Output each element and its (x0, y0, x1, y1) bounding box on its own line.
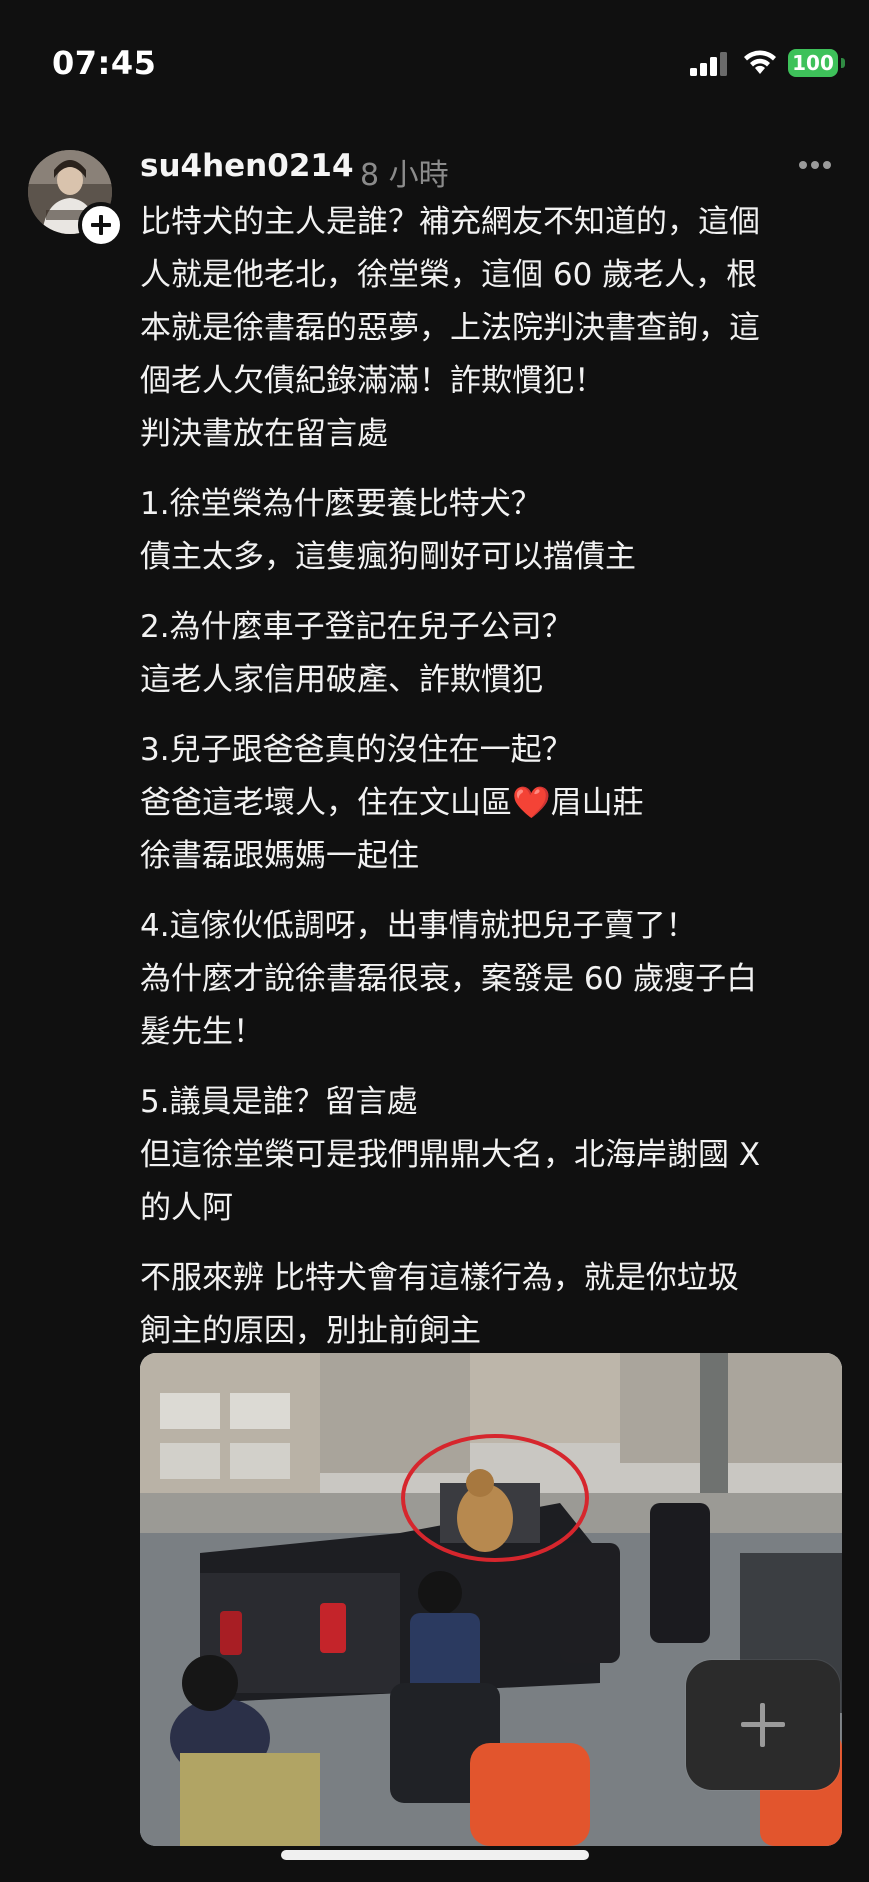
post-paragraph-closing: 不服來辨 比特犬會有這樣行為，就是你垃圾 飼主的原因，別扯前飼主 (140, 1252, 840, 1358)
post-username[interactable]: su4hen0214 (140, 148, 354, 184)
post-line: 徐書磊跟媽媽一起住 (140, 838, 419, 874)
post-paragraph-2: 2.為什麼車子登記在兒子公司？ 這老人家信用破產、詐欺慣犯 (140, 601, 840, 707)
cellular-signal-icon (690, 52, 727, 76)
post-paragraph-4: 4.這傢伙低調呀，出事情就把兒子賣了！ 為什麼才說徐書磊很衰，案發是 60 歲瘦… (140, 900, 840, 1059)
post-line-with-emoji: 爸爸這老壞人，住在文山區❤️眉山莊 (140, 777, 840, 830)
post-line: 本就是徐書磊的惡夢，上法院判決書查詢，這 (140, 310, 760, 346)
status-time: 07:45 (52, 44, 157, 82)
post-line: 判決書放在留言處 (140, 416, 388, 452)
post-line: 但這徐堂榮可是我們鼎鼎大名，北海岸謝國 X (140, 1137, 761, 1173)
post-timestamp: 8 小時 (360, 158, 449, 193)
red-heart-emoji-icon: ❤️ (512, 785, 551, 821)
post-line: 4.這傢伙低調呀，出事情就把兒子賣了！ (140, 908, 697, 944)
status-bar: 07:45 100 (0, 0, 869, 120)
post-line: 的人阿 (140, 1190, 233, 1226)
post-paragraph-3: 3.兒子跟爸爸真的沒住在一起？ 爸爸這老壞人，住在文山區❤️眉山莊 徐書磊跟媽媽… (140, 724, 840, 883)
post-line: 不服來辨 比特犬會有這樣行為，就是你垃圾 (140, 1260, 739, 1296)
compose-button[interactable] (686, 1660, 840, 1790)
plus-icon (741, 1703, 785, 1747)
post-line: 人就是他老北，徐堂榮，這個 60 歲老人，根 (140, 257, 758, 293)
follow-button[interactable] (78, 202, 124, 248)
post-line: 個老人欠債紀錄滿滿！詐欺慣犯！ (140, 363, 605, 399)
wifi-icon (744, 50, 776, 74)
post-line: 為什麼才說徐書磊很衰，案發是 60 歲瘦子白 (140, 961, 758, 997)
post-line: 債主太多，這隻瘋狗剛好可以擋債主 (140, 539, 636, 575)
post-line: 飼主的原因，別扯前飼主 (140, 1313, 481, 1349)
battery-indicator: 100 (788, 49, 838, 77)
post-line: 髮先生！ (140, 1014, 264, 1050)
post-text: 眉山莊 (550, 785, 644, 821)
more-horizontal-icon[interactable] (798, 160, 832, 170)
post-line: 3.兒子跟爸爸真的沒住在一起？ (140, 732, 573, 768)
post-line: 2.為什麼車子登記在兒子公司？ (140, 609, 573, 645)
battery-tip (841, 58, 845, 68)
post-line: 1.徐堂榮為什麼要養比特犬？ (140, 486, 542, 522)
post-line: 這老人家信用破產、詐欺慣犯 (140, 662, 543, 698)
post-text: 爸爸這老壞人，住在文山區 (140, 785, 512, 821)
post-paragraph-1: 1.徐堂榮為什麼要養比特犬？ 債主太多，這隻瘋狗剛好可以擋債主 (140, 478, 840, 584)
follow-plus-icon (91, 215, 111, 235)
home-indicator[interactable] (281, 1850, 589, 1860)
post-paragraph-5: 5.議員是誰？留言處 但這徐堂榮可是我們鼎鼎大名，北海岸謝國 X 的人阿 (140, 1076, 840, 1235)
post-body: 比特犬的主人是誰？補充網友不知道的，這個 人就是他老北，徐堂榮，這個 60 歲老… (140, 196, 840, 1375)
post-line: 5.議員是誰？留言處 (140, 1084, 418, 1120)
post-paragraph-intro: 比特犬的主人是誰？補充網友不知道的，這個 人就是他老北，徐堂榮，這個 60 歲老… (140, 196, 840, 461)
post-line: 比特犬的主人是誰？補充網友不知道的，這個 (140, 204, 760, 240)
